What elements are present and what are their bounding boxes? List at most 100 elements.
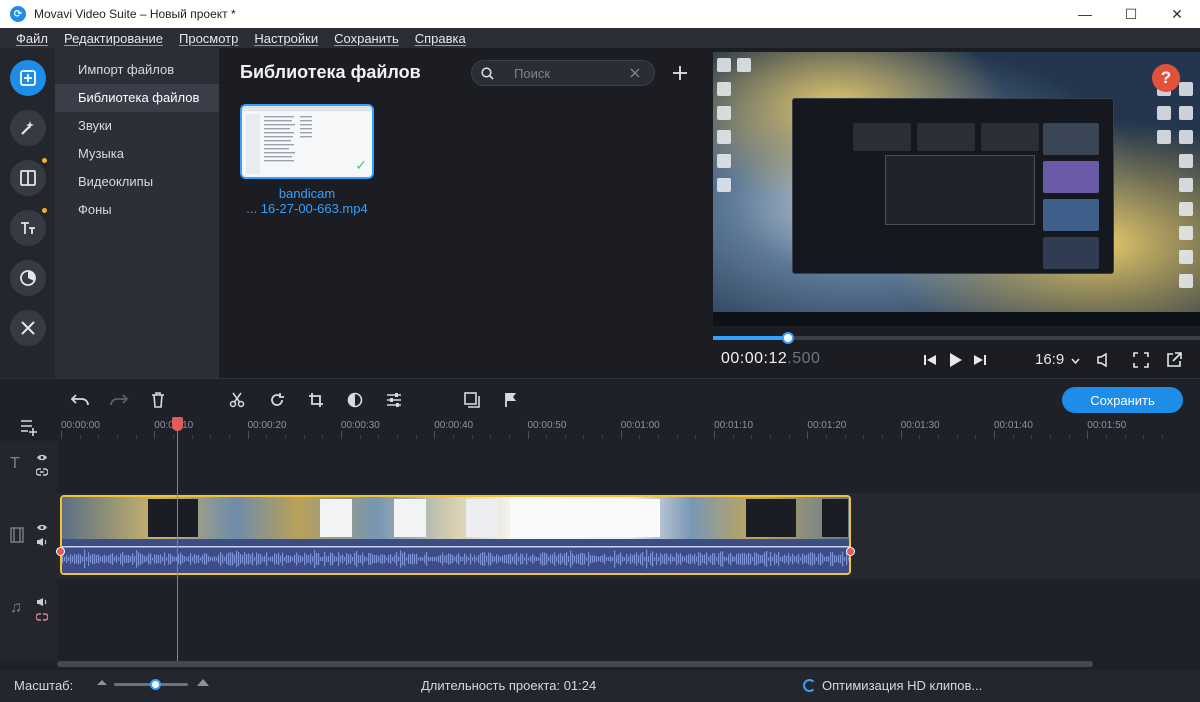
zoom-in-icon[interactable] (196, 677, 210, 687)
tools-button[interactable] (10, 310, 46, 346)
video-clip[interactable] (60, 495, 851, 575)
category-videoclips[interactable]: Видеоклипы (55, 168, 219, 196)
category-import[interactable]: Импорт файлов (55, 56, 219, 84)
clip-properties-button[interactable] (383, 389, 405, 411)
insert-icon (464, 392, 480, 408)
add-file-button[interactable] (667, 60, 693, 86)
filters-button[interactable] (10, 260, 46, 296)
zoom-out-icon[interactable] (96, 677, 108, 687)
fullscreen-preview-button[interactable] (1131, 350, 1151, 370)
waveform-bar (662, 554, 664, 564)
cut-button[interactable] (226, 389, 248, 411)
waveform-bar (274, 553, 276, 565)
transitions-button[interactable] (10, 160, 46, 196)
timeline-scrollbar[interactable] (57, 661, 1093, 667)
zoom-slider-knob[interactable] (149, 679, 161, 690)
speaker-icon (1097, 352, 1107, 368)
file-thumbnail[interactable]: ✓ (240, 104, 374, 179)
volume-line[interactable] (62, 546, 849, 548)
ruler-minor-tick (695, 435, 697, 439)
waveform-bar (334, 555, 336, 563)
save-button[interactable]: Сохранить (1062, 387, 1183, 413)
category-library[interactable]: Библиотека файлов (55, 84, 219, 112)
waveform-bar (658, 556, 660, 562)
search-input[interactable] (514, 65, 624, 81)
broken-link-icon[interactable] (36, 612, 48, 622)
waveform-bar (698, 552, 700, 566)
timeline-ruler[interactable]: 00:00:0000:00:1000:00:2000:00:3000:00:40… (57, 417, 1200, 441)
link-icon[interactable] (36, 467, 48, 477)
insert-button[interactable] (461, 389, 483, 411)
waveform-bar (64, 556, 66, 562)
category-sounds[interactable]: Звуки (55, 112, 219, 140)
volume-button[interactable] (1094, 350, 1114, 370)
optimization-status: Оптимизация HD клипов... (822, 678, 983, 693)
detach-player-button[interactable] (1164, 350, 1184, 370)
clip-volume-handle-right[interactable] (846, 547, 855, 556)
eye-icon[interactable] (36, 523, 48, 532)
menu-help[interactable]: Справка (407, 31, 474, 46)
aspect-ratio-select[interactable]: 16:9 (1035, 351, 1080, 368)
redo-button[interactable] (108, 389, 130, 411)
minimize-button[interactable]: — (1062, 0, 1108, 28)
clip-volume-handle-left[interactable] (56, 547, 65, 556)
waveform-bar (138, 552, 140, 566)
maximize-button[interactable]: ☐ (1108, 0, 1154, 28)
file-name[interactable]: bandicam ... 16-27-00-663.mp4 (230, 186, 384, 216)
waveform-bar (514, 554, 516, 564)
search-icon (481, 66, 494, 80)
clip-frame (320, 499, 352, 537)
menu-edit[interactable]: Редактирование (56, 31, 171, 46)
playback-progress-knob[interactable] (782, 332, 795, 344)
title-track-header: T (0, 441, 57, 493)
color-adjust-button[interactable] (344, 389, 366, 411)
title-track-lane[interactable] (57, 441, 1200, 493)
previous-frame-button[interactable] (920, 350, 940, 370)
help-button[interactable]: ? (1152, 64, 1180, 92)
speaker-icon[interactable] (36, 537, 48, 547)
menu-file[interactable]: Файл (8, 31, 56, 46)
waveform-bar (80, 554, 82, 564)
audio-track-lane[interactable] (57, 579, 1200, 661)
video-preview[interactable]: ? (713, 52, 1200, 326)
waveform-bar (220, 552, 222, 566)
close-button[interactable]: ✕ (1154, 0, 1200, 28)
new-content-dot (42, 158, 47, 163)
waveform-bar (422, 557, 424, 561)
playback-progress[interactable] (713, 332, 1200, 344)
waveform-bar (212, 557, 214, 561)
menu-save[interactable]: Сохранить (326, 31, 407, 46)
playhead-handle[interactable] (172, 417, 183, 431)
speaker-icon[interactable] (36, 597, 48, 607)
waveform-bar (754, 552, 756, 566)
zoom-slider[interactable] (114, 679, 188, 690)
waveform-bar (302, 556, 304, 562)
play-button[interactable] (945, 350, 965, 370)
rotate-button[interactable] (266, 389, 288, 411)
waveform-bar (768, 557, 770, 561)
library-title: Библиотека файлов (240, 62, 421, 82)
effects-button[interactable] (10, 110, 46, 146)
waveform-bar (660, 553, 662, 565)
crop-button[interactable] (305, 389, 327, 411)
next-frame-button[interactable] (970, 350, 990, 370)
delete-button[interactable] (147, 389, 169, 411)
eye-icon[interactable] (36, 453, 48, 462)
undo-button[interactable] (69, 389, 91, 411)
menu-view[interactable]: Просмотр (171, 31, 246, 46)
import-button[interactable] (10, 60, 46, 96)
recorded-dialog (885, 155, 1035, 225)
menu-settings[interactable]: Настройки (246, 31, 326, 46)
marker-button[interactable] (500, 389, 522, 411)
rotate-icon (271, 393, 284, 406)
clear-search-icon[interactable] (630, 68, 640, 78)
new-content-dot (42, 208, 47, 213)
waveform-bar (62, 554, 64, 564)
titles-button[interactable] (10, 210, 46, 246)
waveform-bar (398, 556, 400, 562)
category-music[interactable]: Музыка (55, 140, 219, 168)
category-backgrounds[interactable]: Фоны (55, 196, 219, 224)
waveform-bar (742, 552, 744, 566)
add-track-button[interactable] (20, 418, 40, 436)
waveform-bar (546, 553, 548, 565)
